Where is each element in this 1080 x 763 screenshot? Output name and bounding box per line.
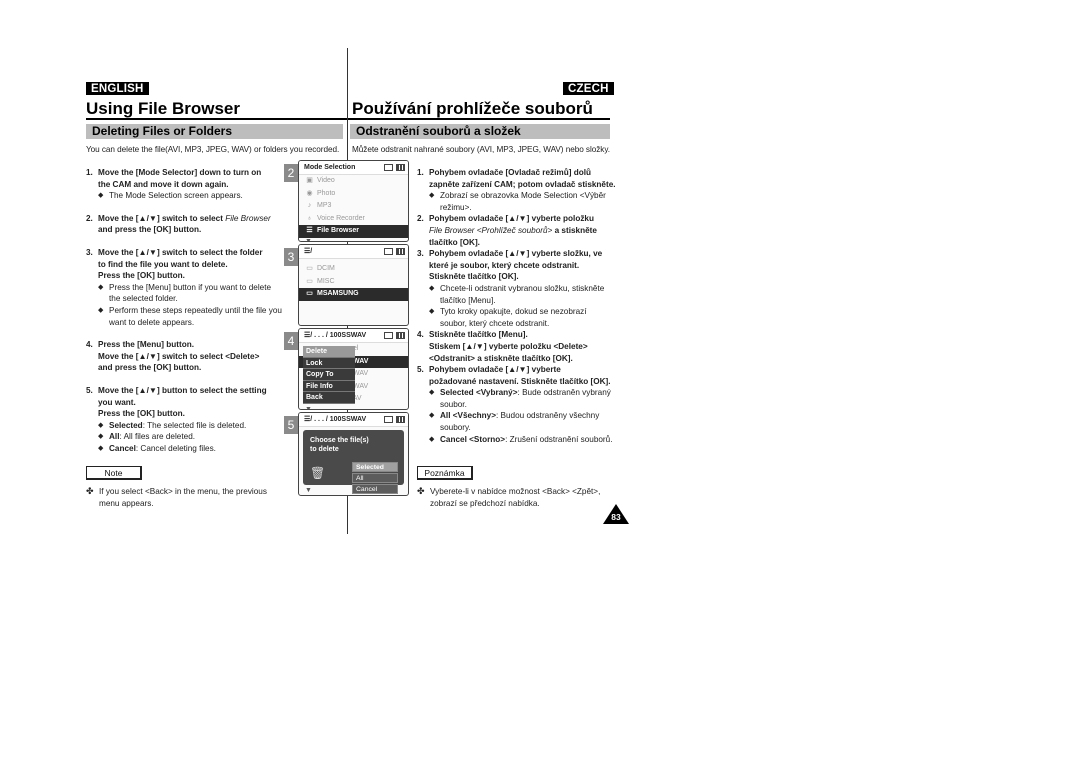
title-rule-right: [348, 118, 610, 120]
step-3: 3. Pohybem ovladače [▲/▼] vyberte složku…: [417, 249, 603, 282]
diamond-bullet-icon: ◆: [98, 306, 104, 314]
video-icon: ▣: [306, 177, 313, 184]
battery-icon: [396, 332, 405, 339]
language-badge-czech: CZECH: [563, 82, 614, 95]
menu-item-video[interactable]: ▣ Video: [299, 175, 408, 188]
title-rule-left: [86, 118, 348, 120]
option-cancel[interactable]: Cancel: [352, 484, 398, 494]
page-number: 83: [611, 512, 621, 522]
language-badge-english: ENGLISH: [86, 82, 149, 95]
scroll-down-icon[interactable]: ▼: [299, 487, 312, 495]
folder-item-misc[interactable]: ▭ MISC: [299, 276, 408, 289]
dialog-message-line1: Choose the file(s): [310, 437, 369, 444]
diamond-bullet-icon: ◆: [429, 284, 435, 292]
intro-text-czech: Můžete odstranit nahrané soubory (AVI, M…: [352, 145, 610, 154]
menu-item-file-browser[interactable]: ☰ File Browser: [299, 225, 408, 238]
menu-item-mp3[interactable]: ♪ MP3: [299, 200, 408, 213]
screen-delete-dialog: ☰/ . . . / 100SSWAV Choose the file(s) t…: [298, 412, 409, 496]
screen-title: Mode Selection: [304, 164, 356, 171]
cross-bullet-icon: ✤: [417, 486, 425, 496]
diamond-bullet-icon: ◆: [98, 433, 104, 441]
steps-english: 1. Move the [Mode Selector] down to turn…: [86, 168, 282, 453]
screen-step-marker-4: 4: [284, 332, 298, 350]
step-2: 2. Move the [▲/▼] switch to select File …: [86, 213, 271, 235]
diamond-bullet-icon: ◆: [98, 192, 104, 200]
option-selected[interactable]: Selected: [352, 462, 398, 472]
page-title-czech: Používání prohlížeče souborů: [352, 99, 593, 118]
screen-folder-list: ☰/ ▭ DCIM ▭ MISC ▭ MSAMSUNG: [298, 244, 409, 326]
delete-dialog: Choose the file(s) to delete Selected Al…: [303, 430, 404, 494]
steps-czech: 1. Pohybem ovladače [Ovladač režimů] dol…: [417, 168, 616, 444]
screen-step-marker-3: 3: [284, 248, 298, 266]
battery-icon: [396, 416, 405, 423]
step-4: 4. Press the [Menu] button. Move the [▲/…: [86, 340, 260, 373]
card-icon: [384, 416, 393, 423]
card-icon: [384, 164, 393, 171]
menu-item-delete[interactable]: Delete: [303, 346, 355, 358]
note-text-czech: ✤ Vyberete-li v nabídce možnost <Back> <…: [417, 486, 601, 508]
trash-icon: 🗑: [310, 466, 326, 480]
card-icon: [384, 332, 393, 339]
menu-item-back[interactable]: Back: [303, 392, 355, 404]
note-text-english: ✤ If you select <Back> in the menu, the …: [86, 486, 267, 508]
file-browser-icon: ☰: [306, 227, 313, 234]
screen-step-marker-5: 5: [284, 416, 298, 434]
step-1: 1. Pohybem ovladače [Ovladač režimů] dol…: [417, 168, 616, 189]
diamond-bullet-icon: ◆: [429, 308, 435, 316]
note-label-czech: Poznámka: [417, 466, 473, 480]
note-label-english: Note: [86, 466, 142, 480]
screen-step-marker-2: 2: [284, 164, 298, 182]
scroll-down-icon[interactable]: ▼: [299, 238, 408, 242]
folder-icon: ▭: [306, 290, 313, 297]
menu-item-lock[interactable]: Lock: [303, 357, 355, 369]
folder-item-msamsung[interactable]: ▭ MSAMSUNG: [299, 288, 408, 301]
step-5: 5. Pohybem ovladače [▲/▼] vyberte požado…: [417, 365, 611, 386]
diamond-bullet-icon: ◆: [429, 389, 435, 397]
camera-icon: ◉: [306, 189, 313, 197]
folder-icon: ▭: [306, 265, 313, 272]
step-1: 1. Move the [Mode Selector] down to turn…: [86, 168, 262, 189]
microphone-icon: ♁: [306, 214, 313, 222]
section-heading-czech: Odstranění souborů a složek: [350, 124, 610, 139]
screen-path: / . . . / 100SSWAV: [310, 332, 367, 339]
menu-item-photo[interactable]: ◉ Photo: [299, 188, 408, 201]
screen-file-menu: ☰/ . . . / 100SSWAV el WAV WAV WAV SWAV0…: [298, 328, 409, 410]
page-number-marker: 83: [603, 504, 629, 524]
battery-icon: [396, 248, 405, 255]
menu-item-voice-recorder[interactable]: ♁ Voice Recorder: [299, 213, 408, 226]
step-4: 4. Stiskněte tlačítko [Menu]. Stiskem [▲…: [417, 330, 588, 363]
section-heading-english: Deleting Files or Folders: [86, 124, 343, 139]
screen-mode-selection: Mode Selection ▣ Video ◉ Photo ♪ MP3 ♁ Voice…: [298, 160, 409, 242]
step-2: 2. Pohybem ovladače [▲/▼] vyberte položk…: [417, 214, 597, 247]
diamond-bullet-icon: ◆: [429, 435, 435, 443]
step-3: 3. Move the [▲/▼] switch to select the f…: [86, 247, 263, 281]
card-icon: [384, 248, 393, 255]
diamond-bullet-icon: ◆: [98, 283, 104, 291]
scroll-down-icon[interactable]: ▼: [299, 406, 408, 410]
menu-item-copy-to[interactable]: Copy To: [303, 369, 355, 381]
diamond-bullet-icon: ◆: [98, 444, 104, 452]
step-5: 5. Move the [▲/▼] button to select the s…: [86, 385, 267, 419]
intro-text-english: You can delete the file(AVI, MP3, JPEG, …: [86, 145, 340, 154]
diamond-bullet-icon: ◆: [429, 192, 435, 200]
folder-item-dcim[interactable]: ▭ DCIM: [299, 263, 408, 276]
screen-path: /: [310, 248, 313, 255]
menu-item-file-info[interactable]: File Info: [303, 380, 355, 392]
context-menu: Delete Lock Copy To File Info Back: [303, 346, 355, 404]
page-title-english: Using File Browser: [86, 99, 240, 118]
diamond-bullet-icon: ◆: [429, 412, 435, 420]
battery-icon: [396, 164, 405, 171]
music-note-icon: ♪: [307, 202, 312, 209]
option-all[interactable]: All: [352, 473, 398, 483]
screen-path: / . . . / 100SSWAV: [310, 416, 367, 423]
folder-icon: ▭: [306, 277, 313, 285]
diamond-bullet-icon: ◆: [98, 421, 104, 429]
cross-bullet-icon: ✤: [86, 486, 94, 496]
dialog-message-line2: to delete: [310, 446, 339, 453]
